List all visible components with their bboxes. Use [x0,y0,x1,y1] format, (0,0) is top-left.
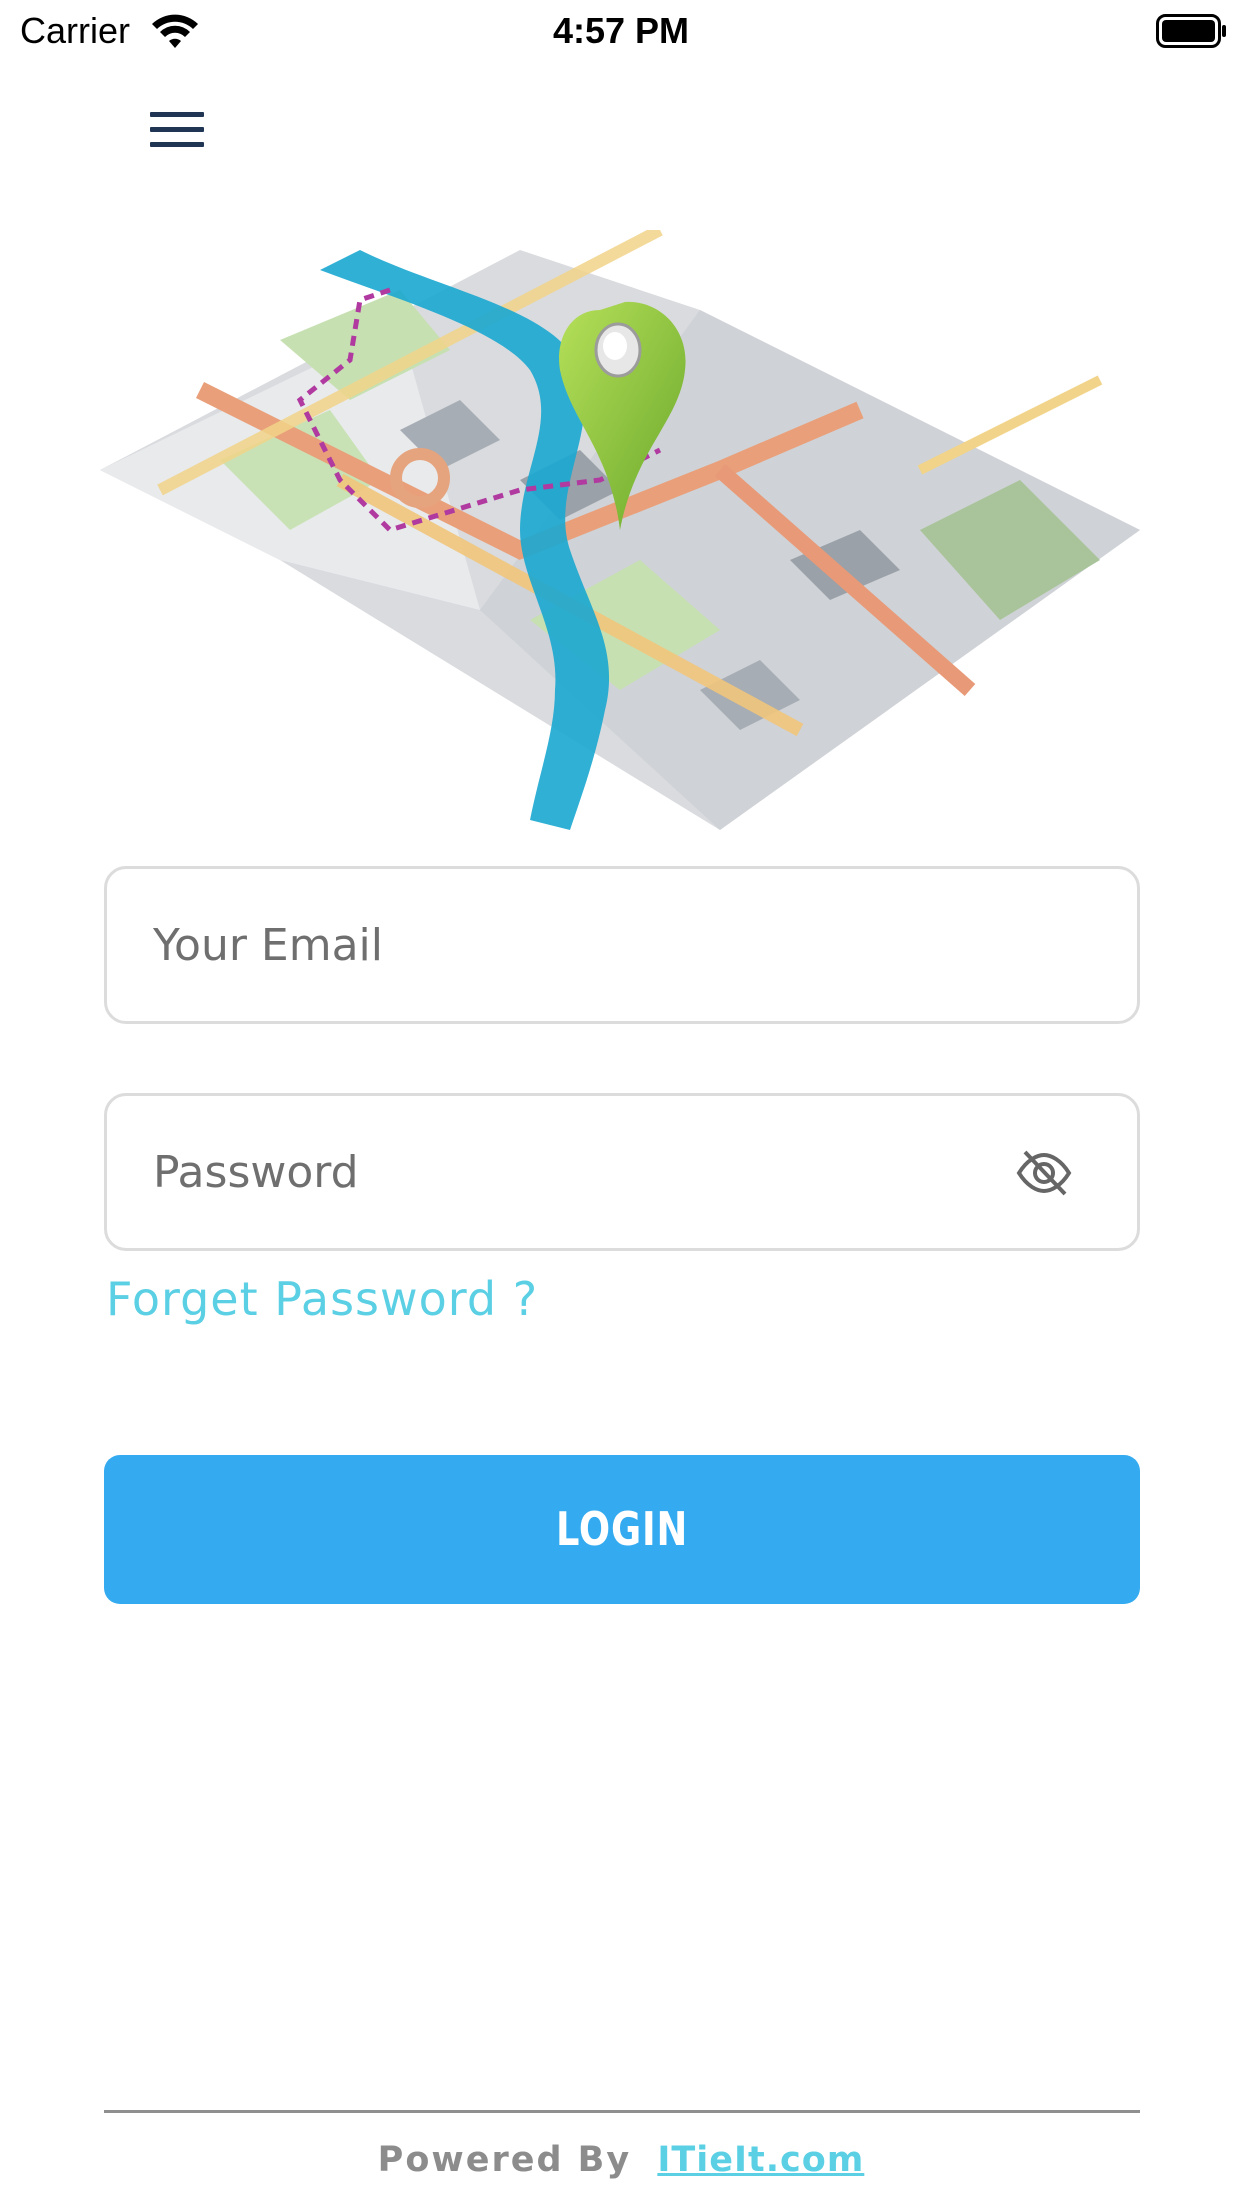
email-input[interactable] [153,869,1013,1021]
menu-bar [150,142,204,147]
login-button-label: LOGIN [555,1502,689,1556]
forget-password-link[interactable]: Forget Password ? [106,1272,538,1326]
password-input[interactable] [153,1096,1013,1248]
status-bar: Carrier 4:57 PM [0,0,1242,62]
footer-website-link[interactable]: ITieIt.com [657,2140,864,2180]
eye-slash-icon[interactable] [1015,1148,1073,1198]
menu-bar [150,112,204,117]
footer: Powered By ITieIt.com [0,2140,1242,2180]
menu-bar [150,127,204,132]
password-field[interactable] [104,1093,1140,1251]
battery-icon [1156,14,1226,48]
email-field[interactable] [104,866,1140,1024]
powered-by-label: Powered By [377,2140,632,2180]
hamburger-menu-icon[interactable] [140,104,208,160]
map-illustration [100,230,1140,830]
footer-divider [104,2110,1140,2113]
login-button[interactable]: LOGIN [104,1455,1140,1604]
status-time: 4:57 PM [552,10,690,51]
